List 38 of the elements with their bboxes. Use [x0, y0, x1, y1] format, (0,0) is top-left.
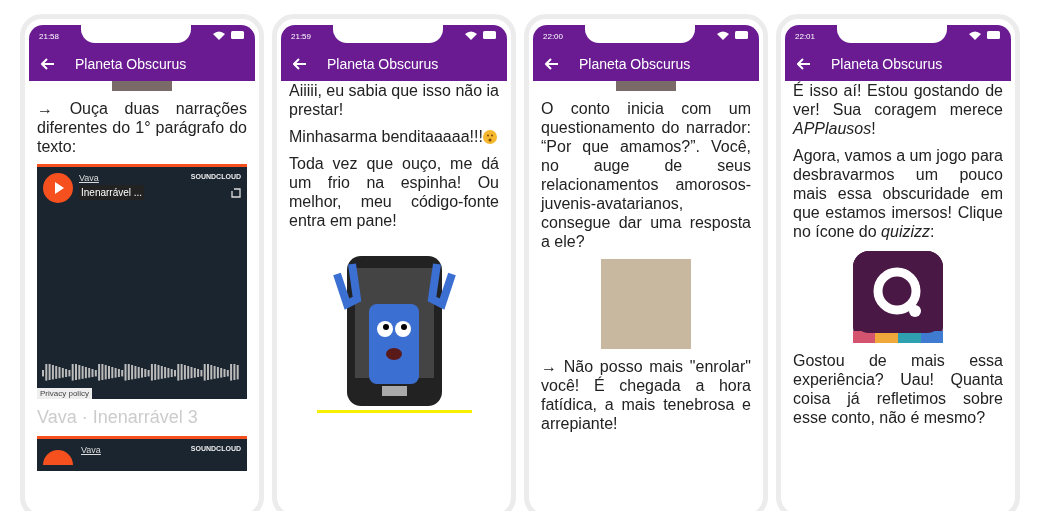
- battery-icon: [987, 31, 1001, 39]
- paragraph: Aiiiii, eu sabia que isso não ia prestar!: [289, 81, 499, 119]
- paragraph: O conto inicia com um questionamento do narrador: “Por que amamos?”. Você, no auge de seus relacionamentos amorosos-juvenis-avatarianos, consegue dar uma resposta a ele?: [541, 99, 751, 251]
- app-title: Planeta Obscurus: [327, 56, 439, 72]
- paragraph: Minhasarma benditaaaaa!!!: [289, 128, 483, 145]
- paragraph: → Não posso mais "enrolar" você! É chegada a hora fatídica, a mais tenebrosa e arrepiante!: [541, 357, 751, 433]
- track-title: Inenarrável ...: [79, 185, 145, 200]
- status-time: 22:01: [795, 32, 816, 41]
- wifi-icon: [969, 31, 981, 40]
- wifi-icon: [213, 31, 225, 40]
- surprised-face-icon: [482, 130, 497, 144]
- wifi-icon: [717, 31, 729, 40]
- artist-link[interactable]: Vava: [81, 445, 101, 455]
- paragraph: Toda vez que ouço, me dá um frio na espinha! Ou melhor, meu código-fonte entra em pane!: [289, 154, 499, 230]
- app-title: Planeta Obscurus: [831, 56, 943, 72]
- app-title: Planeta Obscurus: [75, 56, 187, 72]
- quiz-app-logo[interactable]: [853, 251, 943, 343]
- back-arrow-icon[interactable]: [797, 58, 811, 70]
- back-arrow-icon[interactable]: [41, 58, 55, 70]
- paragraph: Agora, vamos a um jogo para desbravarmos um pouco mais essa obscuridade em que estamos imersos! Clique no ícone do quizizz:: [793, 146, 1003, 241]
- battery-icon: [231, 31, 245, 39]
- wifi-icon: [465, 31, 477, 40]
- battery-icon: [483, 31, 497, 39]
- photo-placeholder: [616, 81, 676, 91]
- privacy-policy-link[interactable]: Privacy policy: [37, 388, 92, 399]
- back-arrow-icon[interactable]: [293, 58, 307, 70]
- back-arrow-icon[interactable]: [545, 58, 559, 70]
- battery-icon: [735, 31, 749, 39]
- paragraph: → Ouça duas narrações diferentes do 1° parágrafo do texto:: [37, 99, 247, 156]
- photo-placeholder: [112, 81, 172, 91]
- status-time: 21:58: [39, 32, 60, 41]
- status-time: 22:00: [543, 32, 564, 41]
- share-icon[interactable]: [231, 188, 241, 198]
- status-time: 21:59: [291, 32, 312, 41]
- paragraph: Gostou de mais essa experiência? Uau! Quanta coisa já refletimos sobre esse conto, não é mesmo?: [793, 351, 1003, 427]
- paragraph: É isso aí! Estou gostando de ver! Sua coragem merece APPlausos!: [793, 81, 1003, 138]
- artist-link[interactable]: Vava: [79, 173, 99, 183]
- app-title: Planeta Obscurus: [579, 56, 691, 72]
